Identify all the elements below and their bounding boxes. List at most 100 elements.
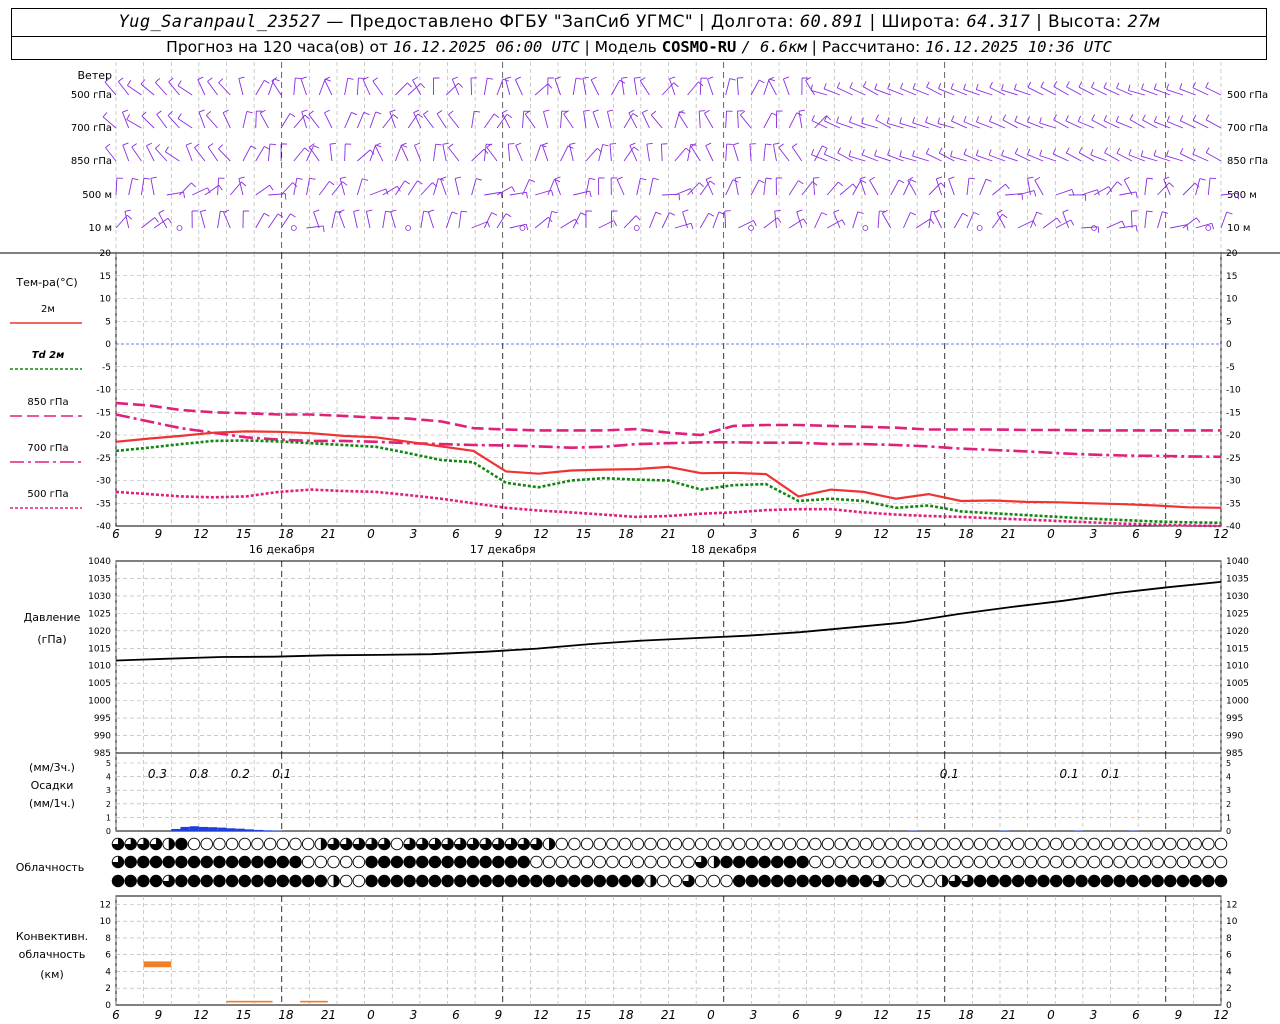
wind-barb xyxy=(887,154,904,162)
cloud-cover-icon xyxy=(251,837,264,851)
cloud-cover-icon xyxy=(821,855,835,869)
cloud-cover-icon xyxy=(352,874,366,888)
wind-barb xyxy=(928,182,942,196)
wind-barb xyxy=(915,218,931,229)
wind-barb-flag xyxy=(264,145,270,150)
wind-barb xyxy=(470,77,473,96)
cloud-cover-icon xyxy=(225,837,239,851)
wind-barb-flag xyxy=(1205,114,1210,121)
wind-barb xyxy=(992,213,1003,229)
wind-barb-flag xyxy=(1199,178,1206,181)
wind-barb-flag xyxy=(1140,150,1144,157)
wind-barb xyxy=(179,182,192,196)
cloud-cover-icon xyxy=(771,855,784,869)
cloud-cover-icon xyxy=(758,837,771,851)
cloud-cover-icon xyxy=(1049,837,1063,851)
cloud-cover-icon xyxy=(897,874,911,888)
temp-legend: 2м Td 2м 850 гПа 700 гПа 500 гПа xyxy=(10,304,82,509)
pressure-tick-right: 1035 xyxy=(1226,574,1249,584)
wind-barb xyxy=(229,181,242,196)
wind-barb xyxy=(238,78,244,96)
cloud-cover-icon xyxy=(834,855,847,869)
wind-barb-flag xyxy=(269,143,276,146)
wind-barb-flag xyxy=(1116,147,1121,154)
wind-barb xyxy=(791,146,803,162)
cloud-symbols xyxy=(111,837,1228,888)
wind-barb-flag xyxy=(127,80,132,86)
precip-label: 0.1 xyxy=(1101,767,1120,781)
wind-barb-flag xyxy=(150,176,157,179)
wind-barb xyxy=(590,79,600,96)
cloud-cover-icon xyxy=(1087,874,1101,888)
wind-barb-flag xyxy=(347,77,354,80)
cloud-cover-icon xyxy=(175,855,188,869)
wind-barb xyxy=(483,113,495,129)
wind-barb xyxy=(704,113,714,129)
wind-barb xyxy=(124,211,130,229)
wind-barb xyxy=(606,111,612,129)
cloud-cover-icon xyxy=(771,874,784,888)
wind-barb xyxy=(507,144,511,162)
cloud-cover-icon xyxy=(301,874,315,888)
temp-tick-right: 5 xyxy=(1226,317,1232,327)
wind-barb-flag xyxy=(705,142,712,147)
wind-barb xyxy=(177,118,193,129)
cloud-cover-icon xyxy=(935,855,949,869)
wind-barb xyxy=(707,78,714,96)
wind-barb-flag xyxy=(554,176,561,180)
wind-barb xyxy=(448,147,460,162)
conv-title-1: Конвективн. xyxy=(16,930,88,943)
wind-barb-flag xyxy=(589,190,592,198)
time-tick-bottom: 12 xyxy=(533,1008,548,1022)
cloud-cover-icon xyxy=(568,874,581,888)
wind-barb xyxy=(887,88,904,96)
wind-barb-flag xyxy=(525,224,529,231)
cloud-cover-icon xyxy=(301,855,315,869)
cloud-cover-icon xyxy=(441,874,454,888)
wind-barb xyxy=(458,211,462,229)
time-tick: 12 xyxy=(533,527,548,541)
wind-barb-flag xyxy=(102,112,108,118)
wind-barb-flag xyxy=(1103,82,1107,89)
pressure-tick: 1035 xyxy=(88,574,111,584)
wind-barb xyxy=(514,79,523,96)
cloud-cover-icon xyxy=(656,837,670,851)
wind-barb-flag xyxy=(177,113,182,119)
cloud-cover-icon xyxy=(1037,855,1050,869)
wind-barb xyxy=(705,145,714,162)
wind-barb-flag xyxy=(158,209,165,214)
wind-barb-flag xyxy=(1166,83,1170,90)
cloud-cover-icon xyxy=(973,855,987,869)
wind-barb xyxy=(763,78,770,96)
temp-tick-right: -10 xyxy=(1226,386,1241,396)
wind-barb xyxy=(293,147,305,162)
cloud-cover-icon xyxy=(847,874,860,888)
wind-barb-flag xyxy=(366,209,373,212)
wind-barb xyxy=(763,112,773,129)
wind-barb xyxy=(650,114,663,129)
cloud-cover-icon xyxy=(1011,874,1025,888)
precip-title: Осадки xyxy=(31,779,74,792)
wind-barb xyxy=(772,144,777,162)
wind-barb xyxy=(436,113,447,129)
wind-barb-flag xyxy=(238,176,245,179)
wind-barb xyxy=(207,146,218,162)
wind-barb xyxy=(690,146,701,162)
time-tick: 9 xyxy=(835,527,843,541)
wind-barb xyxy=(725,144,728,162)
wind-barb-flag xyxy=(435,143,442,146)
cloud-cover-icon xyxy=(758,855,771,869)
wind-barb-flag xyxy=(277,213,284,218)
wind-barb xyxy=(1055,219,1072,229)
wind-barb xyxy=(1078,86,1095,96)
temp-tick-right: -25 xyxy=(1226,454,1241,464)
wind-barb xyxy=(1027,154,1044,162)
cloud-cover-icon xyxy=(745,855,759,869)
wind-barb-flag xyxy=(635,215,641,221)
wind-barb-flag xyxy=(1135,225,1138,232)
wind-barb xyxy=(301,111,307,129)
time-tick-bottom: 21 xyxy=(321,1008,336,1022)
wind-barb xyxy=(976,121,993,129)
cloud-cover-icon xyxy=(568,855,581,869)
precip-bar xyxy=(208,827,218,831)
